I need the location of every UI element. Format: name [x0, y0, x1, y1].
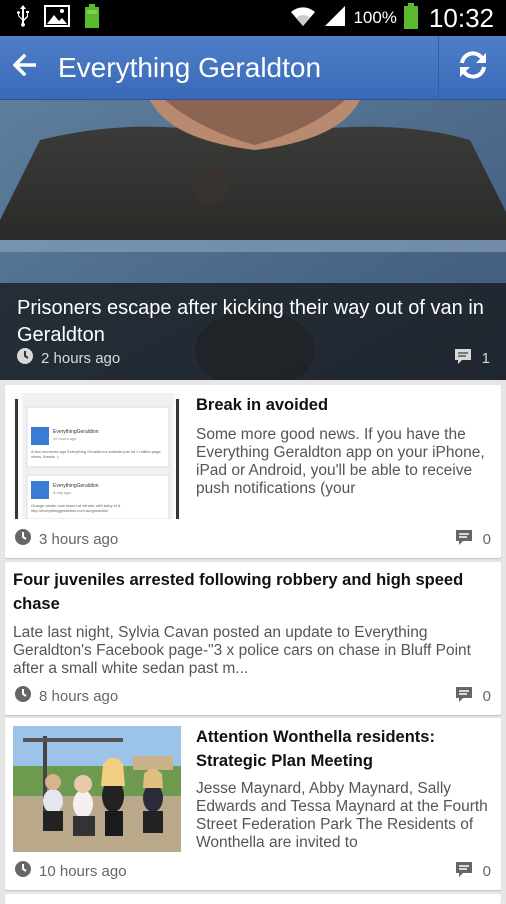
clock-icon	[15, 529, 31, 549]
article-card-partial[interactable]	[5, 894, 501, 904]
comment-icon	[455, 686, 473, 706]
article-excerpt: Some more good news. If you have the Eve…	[196, 426, 485, 497]
battery-icon	[403, 2, 419, 34]
image-icon	[44, 4, 70, 32]
hero-time: 2 hours ago	[41, 349, 121, 367]
app-bar: Everything Geraldton	[0, 35, 506, 100]
article-meta: 8 hours ago 0	[15, 686, 491, 706]
article-excerpt: Jesse Maynard, Abby Maynard, Sally Edwar…	[196, 780, 488, 851]
article-card[interactable]: Attention Wonthella residents: Strategic…	[5, 718, 501, 890]
article-thumbnail	[13, 726, 181, 852]
signal-icon	[323, 4, 347, 33]
thumb-post1-name: EverythingGeraldton	[53, 429, 99, 435]
article-title: Four juveniles arrested following robber…	[13, 571, 464, 613]
article-meta: 10 hours ago 0	[15, 861, 491, 881]
hero-title: Prisoners escape after kicking their way…	[17, 297, 484, 346]
article-time: 8 hours ago	[39, 687, 119, 705]
article-time: 3 hours ago	[39, 530, 119, 548]
thumb-post2-name: EverythingGeraldton	[53, 483, 99, 489]
clock-icon	[15, 686, 31, 706]
app-title: Everything Geraldton	[58, 51, 322, 83]
clock: 10:32	[428, 2, 494, 33]
hero-comment-count: 1	[481, 349, 490, 367]
article-comment-count: 0	[482, 530, 491, 548]
thumb-post2-time: A day ago	[53, 490, 72, 495]
hero-meta: 2 hours ago 1	[17, 348, 490, 368]
battery-percentage: 100%	[353, 8, 397, 27]
article-meta: 3 hours ago 0	[15, 529, 491, 549]
article-card[interactable]: Four juveniles arrested following robber…	[5, 562, 501, 715]
back-button[interactable]	[2, 36, 48, 100]
article-comment-count: 0	[482, 862, 491, 880]
thumb-post1-text: A few moments ago Everything Geraldton's…	[31, 449, 161, 459]
comment-icon	[454, 348, 472, 368]
comment-icon	[455, 529, 473, 549]
hero-article[interactable]: Prisoners escape after kicking their way…	[0, 100, 506, 380]
thumb-post2-text: Orange sedan now towed at vehicle with b…	[31, 503, 122, 513]
article-card[interactable]: EverythingGeraldton 12 hours ago A few m…	[5, 385, 501, 558]
arrow-left-icon	[12, 53, 37, 81]
article-time: 10 hours ago	[39, 862, 127, 880]
article-title: Attention Wonthella residents: Strategic…	[196, 728, 435, 770]
article-title: Break in avoided	[196, 396, 329, 414]
article-excerpt: Late last night, Sylvia Cavan posted an …	[13, 624, 471, 677]
article-thumbnail: EverythingGeraldton 12 hours ago A few m…	[13, 393, 181, 520]
article-comment-count: 0	[482, 687, 491, 705]
clock-icon	[15, 861, 31, 881]
refresh-button[interactable]	[438, 35, 506, 100]
usb-icon	[16, 4, 30, 32]
status-bar: 100% 10:32	[0, 0, 506, 36]
wifi-icon	[289, 4, 317, 33]
refresh-icon	[456, 48, 490, 87]
thumb-post1-time: 12 hours ago	[53, 436, 77, 441]
clock-icon	[17, 348, 33, 368]
comment-icon	[455, 861, 473, 881]
battery-small-icon	[84, 3, 100, 33]
